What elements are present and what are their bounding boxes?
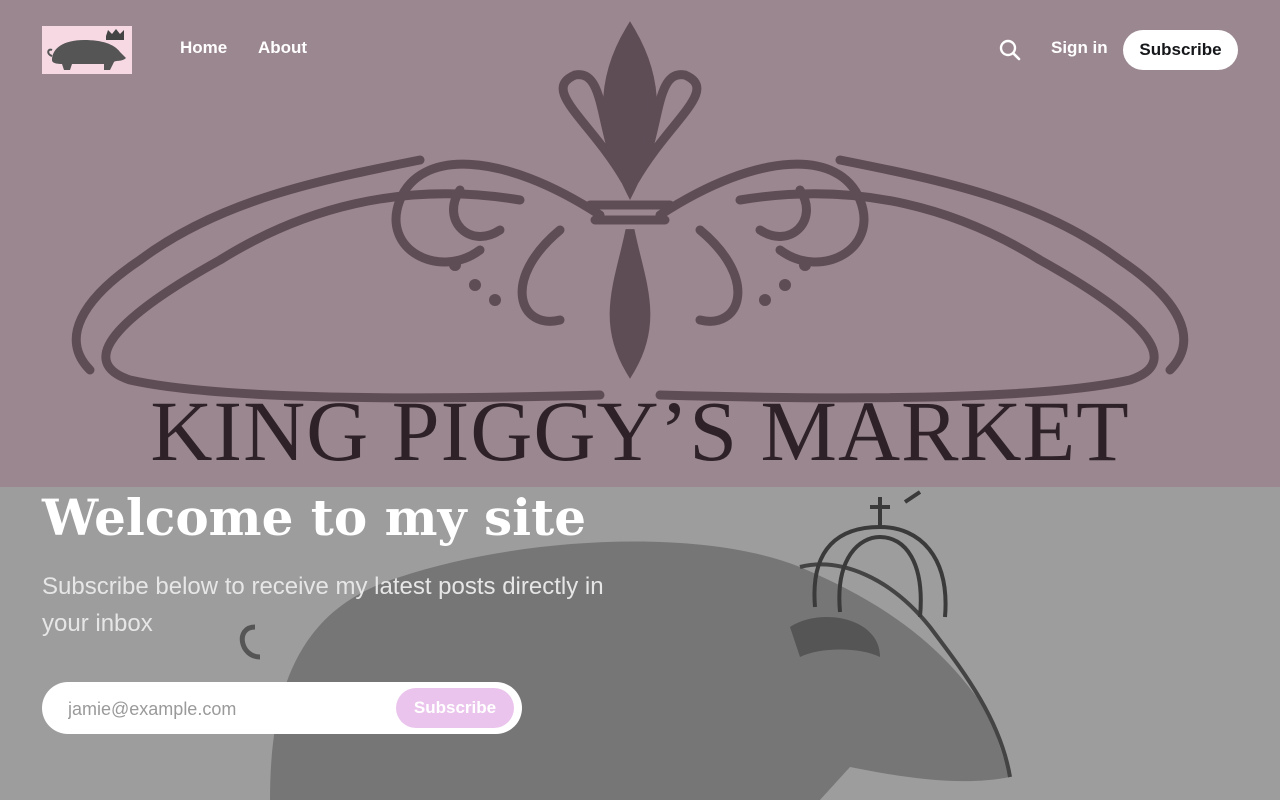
sign-in-link[interactable]: Sign in (1051, 38, 1108, 58)
site-header: Home About Sign in Subscribe (0, 0, 1280, 100)
nav-link-home[interactable]: Home (180, 38, 227, 58)
header-subscribe-button[interactable]: Subscribe (1123, 30, 1238, 70)
hero-background: KING PIGGY’S MARKET (0, 0, 1280, 800)
banner-wordmark: KING PIGGY’S MARKET (150, 383, 1130, 479)
pig-logo-icon (47, 29, 126, 70)
page-title: Welcome to my site (42, 488, 587, 547)
search-icon[interactable] (998, 38, 1022, 62)
page-subtitle: Subscribe below to receive my latest pos… (42, 573, 604, 637)
form-subscribe-button[interactable]: Subscribe (396, 688, 514, 728)
subscribe-form: Subscribe (42, 682, 522, 734)
nav-link-about[interactable]: About (258, 38, 307, 58)
site-logo[interactable] (42, 26, 132, 74)
email-input[interactable] (66, 695, 390, 723)
